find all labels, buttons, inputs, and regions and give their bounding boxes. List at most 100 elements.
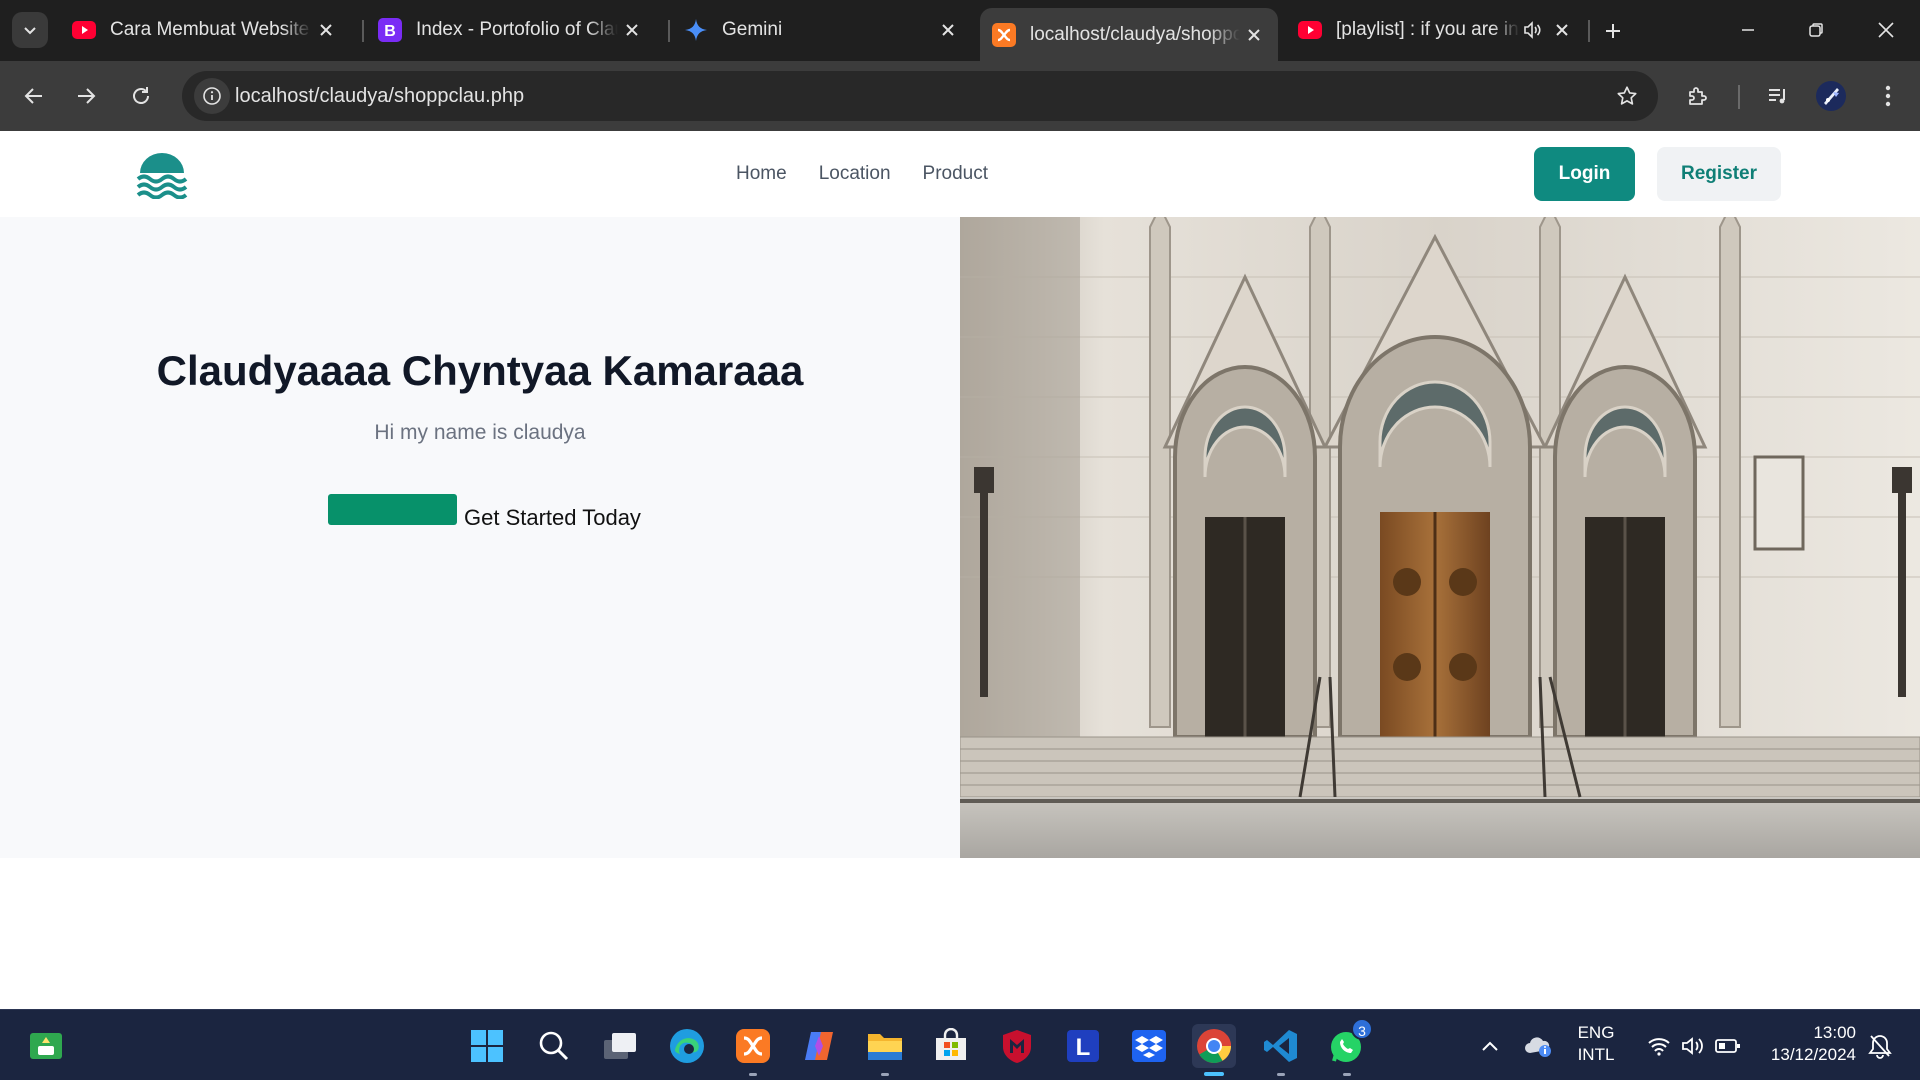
taskbar-chrome[interactable] — [1192, 1024, 1236, 1076]
taskbar-file-explorer[interactable] — [863, 1024, 907, 1076]
quick-settings-button[interactable] — [1634, 1024, 1754, 1068]
taskbar-edge[interactable] — [665, 1024, 709, 1068]
widgets-button[interactable] — [24, 1024, 68, 1068]
svg-text:B: B — [384, 23, 396, 40]
reload-icon — [133, 87, 149, 104]
language-line1: ENG — [1577, 1023, 1615, 1042]
more-vertical-icon — [1885, 85, 1891, 107]
cloud-info-icon — [1525, 1037, 1551, 1057]
tab-gemini[interactable]: Gemini — [672, 9, 972, 51]
main-nav: Home Location Product — [736, 131, 988, 217]
hero-title: Claudyaaaa Chyntyaa Kamaraaa — [156, 347, 804, 394]
taskbar-l-app[interactable]: L — [1061, 1024, 1105, 1068]
language-indicator[interactable]: ENG INTL — [1568, 1022, 1624, 1066]
edge-icon — [670, 1029, 704, 1063]
tab-youtube-playlist[interactable]: [playlist] : if you are in — [1286, 9, 1586, 51]
close-window-button[interactable] — [1858, 6, 1914, 54]
cta-label: Get Started Today — [464, 505, 641, 530]
login-button[interactable]: Login — [1534, 147, 1635, 201]
restore-button[interactable] — [1788, 6, 1844, 54]
task-view-button[interactable] — [598, 1024, 642, 1068]
mcafee-icon — [1003, 1030, 1031, 1063]
close-icon[interactable] — [1240, 21, 1268, 49]
chevron-down-icon — [24, 27, 36, 35]
profile-avatar[interactable] — [1813, 78, 1849, 114]
tab-separator — [362, 20, 364, 42]
tab-youtube-tutorial[interactable]: Cara Membuat Website P — [60, 9, 350, 51]
start-button[interactable] — [465, 1024, 509, 1068]
chrome-icon — [1197, 1029, 1231, 1063]
close-icon — [1878, 22, 1894, 38]
taskbar-store[interactable] — [929, 1024, 973, 1068]
address-bar[interactable]: localhost/claudya/shoppclau.php — [182, 71, 1658, 121]
chrome-menu-button[interactable] — [1870, 78, 1906, 114]
get-started-button[interactable]: Get Started Today — [328, 493, 641, 533]
youtube-icon — [72, 18, 96, 42]
extensions-button[interactable] — [1680, 78, 1716, 114]
windows-taskbar: L 3 ENG INTL 13:00 13/12/2024 — [0, 1009, 1920, 1080]
toolbar-divider — [1738, 85, 1740, 109]
close-icon[interactable] — [1548, 16, 1576, 44]
vscode-icon — [1264, 1030, 1297, 1062]
task-view-icon — [604, 1033, 636, 1059]
clock-time: 13:00 — [1813, 1023, 1856, 1042]
register-button[interactable]: Register — [1657, 147, 1781, 201]
notification-badge: 3 — [1351, 1018, 1373, 1040]
search-icon — [539, 1031, 569, 1061]
taskbar-whatsapp[interactable]: 3 — [1325, 1018, 1373, 1076]
back-button[interactable] — [16, 78, 52, 114]
clock-date: 13/12/2024 — [1770, 1045, 1856, 1064]
taskbar-xampp[interactable] — [731, 1024, 775, 1076]
taskbar-copilot[interactable] — [797, 1024, 841, 1068]
nav-product-link[interactable]: Product — [923, 163, 988, 185]
browser-toolbar: localhost/claudya/shoppclau.php — [0, 61, 1920, 131]
taskbar-dropbox[interactable] — [1127, 1024, 1171, 1068]
close-icon[interactable] — [618, 16, 646, 44]
hero-subtitle: Hi my name is claudya — [374, 421, 586, 444]
battery-icon — [1715, 1039, 1740, 1053]
copilot-icon — [805, 1032, 833, 1060]
plus-icon — [1606, 24, 1620, 38]
clock[interactable]: 13:00 13/12/2024 — [1752, 1022, 1856, 1066]
audio-playing-icon[interactable] — [1520, 18, 1544, 42]
tab-title: Index - Portofolio of Clau — [416, 19, 618, 40]
notifications-button[interactable] — [1862, 1024, 1898, 1068]
reload-button[interactable] — [123, 78, 159, 114]
nav-location-link[interactable]: Location — [819, 163, 891, 185]
show-hidden-icons-button[interactable] — [1470, 1024, 1510, 1068]
tab-title: Gemini — [722, 19, 783, 40]
bookmark-star-icon[interactable] — [1610, 79, 1644, 113]
media-controls-button[interactable] — [1760, 78, 1796, 114]
nav-home-link[interactable]: Home — [736, 163, 787, 185]
taskbar-vscode[interactable] — [1259, 1024, 1303, 1076]
windows-start-icon — [471, 1030, 503, 1062]
minimize-button[interactable] — [1720, 6, 1776, 54]
tab-separator — [1588, 20, 1590, 42]
site-info-icon[interactable] — [194, 78, 230, 114]
hero-image-panel — [960, 217, 1920, 858]
tab-search-button[interactable] — [12, 12, 48, 48]
media-queue-icon — [1769, 89, 1785, 104]
tab-separator — [668, 20, 670, 42]
close-icon[interactable] — [312, 16, 340, 44]
address-url[interactable]: localhost/claudya/shoppclau.php — [235, 71, 524, 121]
tab-localhost-active[interactable]: localhost/claudya/shoppc — [980, 8, 1278, 61]
widgets-icon — [30, 1033, 62, 1059]
site-navbar: Home Location Product Login Register — [0, 131, 1920, 217]
minimize-icon — [1742, 29, 1754, 31]
taskbar-search-button[interactable] — [532, 1024, 576, 1068]
taskbar-mcafee[interactable] — [995, 1024, 1039, 1068]
tab-title: [playlist] : if you are in — [1336, 19, 1519, 40]
hero-text-panel: Claudyaaaa Chyntyaa Kamaraaa Hi my name … — [0, 217, 960, 858]
site-logo[interactable] — [136, 153, 188, 200]
new-tab-button[interactable] — [1596, 14, 1630, 48]
onedrive-status[interactable] — [1518, 1024, 1558, 1068]
restore-icon — [1809, 23, 1823, 37]
xampp-icon — [736, 1029, 770, 1063]
volume-icon — [1682, 1037, 1703, 1055]
close-icon[interactable] — [934, 16, 962, 44]
tab-strip: Cara Membuat Website P B Index - Portofo… — [0, 0, 1920, 61]
tab-portfolio[interactable]: B Index - Portofolio of Clau — [366, 9, 656, 51]
avatar-icon — [1816, 81, 1846, 111]
forward-button[interactable] — [68, 78, 104, 114]
